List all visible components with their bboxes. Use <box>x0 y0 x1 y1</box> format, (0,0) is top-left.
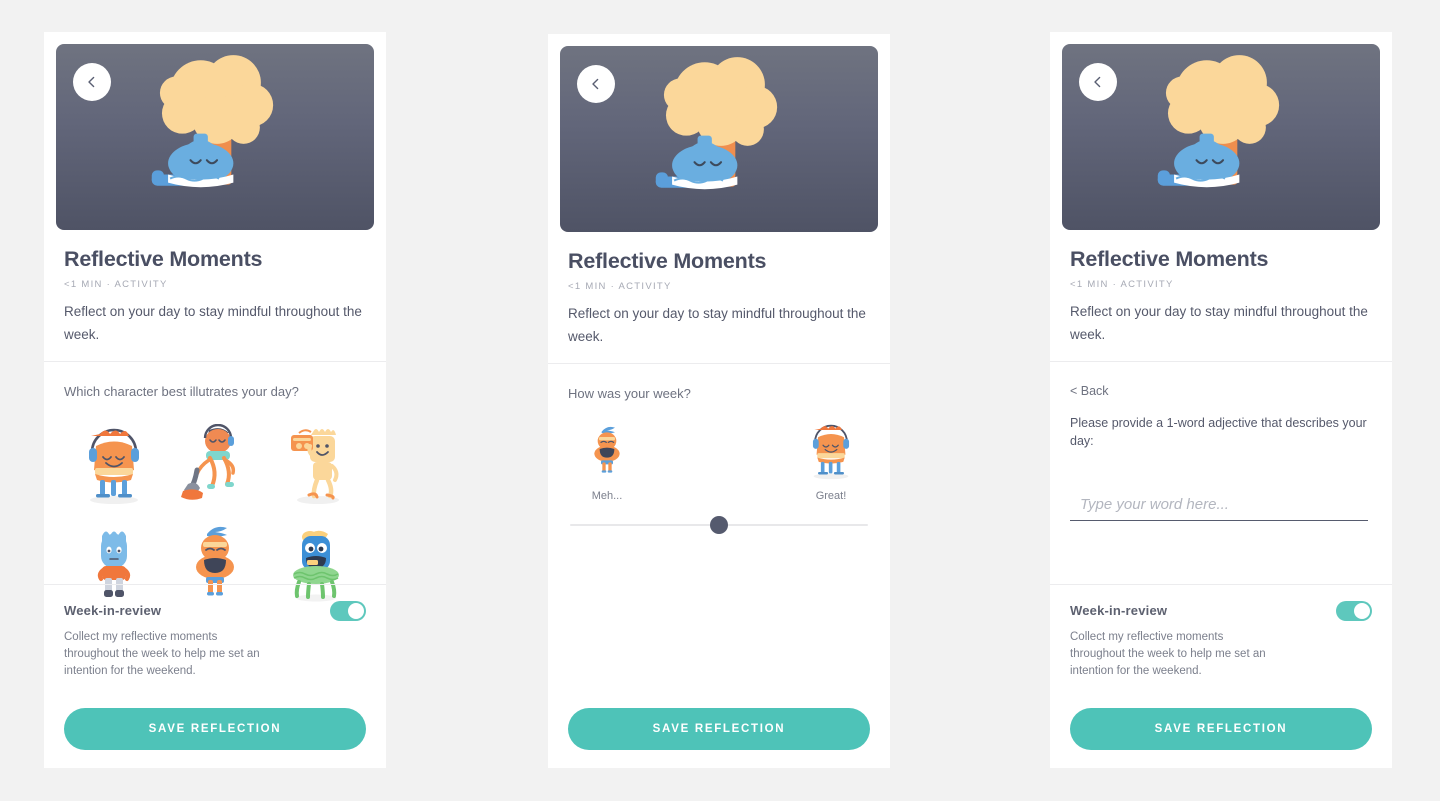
character-option-boombox[interactable] <box>265 416 366 506</box>
page-title: Reflective Moments <box>568 249 767 273</box>
week-in-review-row: Week-in-review <box>64 600 366 621</box>
panel-character-select: Reflective Moments <1 MIN · ACTIVITY Ref… <box>44 32 386 768</box>
detail-header: Reflective Moments <1 MIN · ACTIVITY Ref… <box>548 232 890 348</box>
back-button[interactable] <box>73 63 111 101</box>
orange-grumpy-character-icon <box>594 426 620 473</box>
word-input[interactable] <box>1070 494 1368 522</box>
character-option-orange-headphones[interactable] <box>64 416 165 506</box>
back-link[interactable]: < Back <box>1070 384 1109 398</box>
activity-meta: <1 MIN · ACTIVITY <box>568 280 672 292</box>
week-in-review-section: Week-in-review Collect my reflective mom… <box>44 583 386 680</box>
word-input-wrap <box>1070 494 1372 522</box>
week-in-review-toggle[interactable] <box>1336 600 1372 621</box>
detail-header: Reflective Moments <1 MIN · ACTIVITY Ref… <box>1050 230 1392 346</box>
save-reflection-button[interactable]: SAVE REFLECTION <box>64 708 366 750</box>
hero-image <box>1062 44 1380 230</box>
week-rating-prompt: How was your week? <box>568 386 691 402</box>
activity-description: Reflect on your day to stay mindful thro… <box>1070 303 1368 342</box>
week-in-review-title: Week-in-review <box>64 603 162 619</box>
screenshot-stage: Reflective Moments <1 MIN · ACTIVITY Ref… <box>0 0 1440 801</box>
slider-low-end: Meh... <box>570 420 644 502</box>
toggle-knob <box>348 602 364 619</box>
slider-thumb[interactable] <box>710 515 728 534</box>
detail-header: Reflective Moments <1 MIN · ACTIVITY Ref… <box>44 230 386 346</box>
week-rating-slider: Meh... Great! <box>568 420 870 534</box>
week-in-review-section: Week-in-review Collect my reflective mom… <box>1050 583 1392 680</box>
week-in-review-title: Week-in-review <box>1070 603 1168 619</box>
activity-meta: <1 MIN · ACTIVITY <box>1070 278 1174 290</box>
slider-endpoints: Meh... Great! <box>570 420 868 502</box>
chevron-left-icon <box>592 78 599 90</box>
back-button[interactable] <box>1079 63 1117 101</box>
back-button[interactable] <box>577 65 615 103</box>
yellow-boombox-character-icon <box>290 428 339 504</box>
panel-week-slider: Reflective Moments <1 MIN · ACTIVITY Ref… <box>548 34 890 768</box>
activity-meta: <1 MIN · ACTIVITY <box>64 278 168 290</box>
slider-low-label: Meh... <box>591 489 623 502</box>
hero-image <box>56 44 374 230</box>
slider-high-end: Great! <box>794 420 868 502</box>
vacuuming-character-icon <box>180 423 236 500</box>
week-in-review-description: Collect my reflective moments throughout… <box>64 630 260 677</box>
activity-description: Reflect on your day to stay mindful thro… <box>568 305 866 344</box>
panel-word-input: Reflective Moments <1 MIN · ACTIVITY Ref… <box>1050 32 1392 768</box>
week-rating-section: How was your week? Meh... Great! <box>548 364 890 534</box>
orange-headphones-character-icon <box>89 428 140 504</box>
chevron-left-icon <box>88 76 95 88</box>
toggle-knob <box>1354 602 1370 619</box>
character-option-vacuuming[interactable] <box>165 416 266 506</box>
week-in-review-toggle[interactable] <box>330 600 366 621</box>
save-reflection-button[interactable]: SAVE REFLECTION <box>568 708 870 750</box>
character-grid <box>64 416 366 604</box>
slider-high-label: Great! <box>815 489 847 502</box>
page-title: Reflective Moments <box>64 247 263 271</box>
save-reflection-button[interactable]: SAVE REFLECTION <box>1070 708 1372 750</box>
page-title: Reflective Moments <box>1070 247 1269 271</box>
week-in-review-row: Week-in-review <box>1070 600 1372 621</box>
orange-headphones-character-icon <box>812 424 850 479</box>
character-select-section: Which character best illutrates your day… <box>44 362 386 604</box>
chevron-left-icon <box>1094 76 1101 88</box>
hero-image <box>560 46 878 232</box>
week-in-review-description: Collect my reflective moments throughout… <box>1070 630 1266 677</box>
word-input-section: < Back Please provide a 1-word adjective… <box>1050 362 1392 522</box>
character-prompt: Which character best illutrates your day… <box>64 384 299 400</box>
word-input-prompt: Please provide a 1-word adjective that d… <box>1070 416 1367 449</box>
activity-description: Reflect on your day to stay mindful thro… <box>64 303 362 342</box>
slider-track-row[interactable] <box>570 515 868 534</box>
